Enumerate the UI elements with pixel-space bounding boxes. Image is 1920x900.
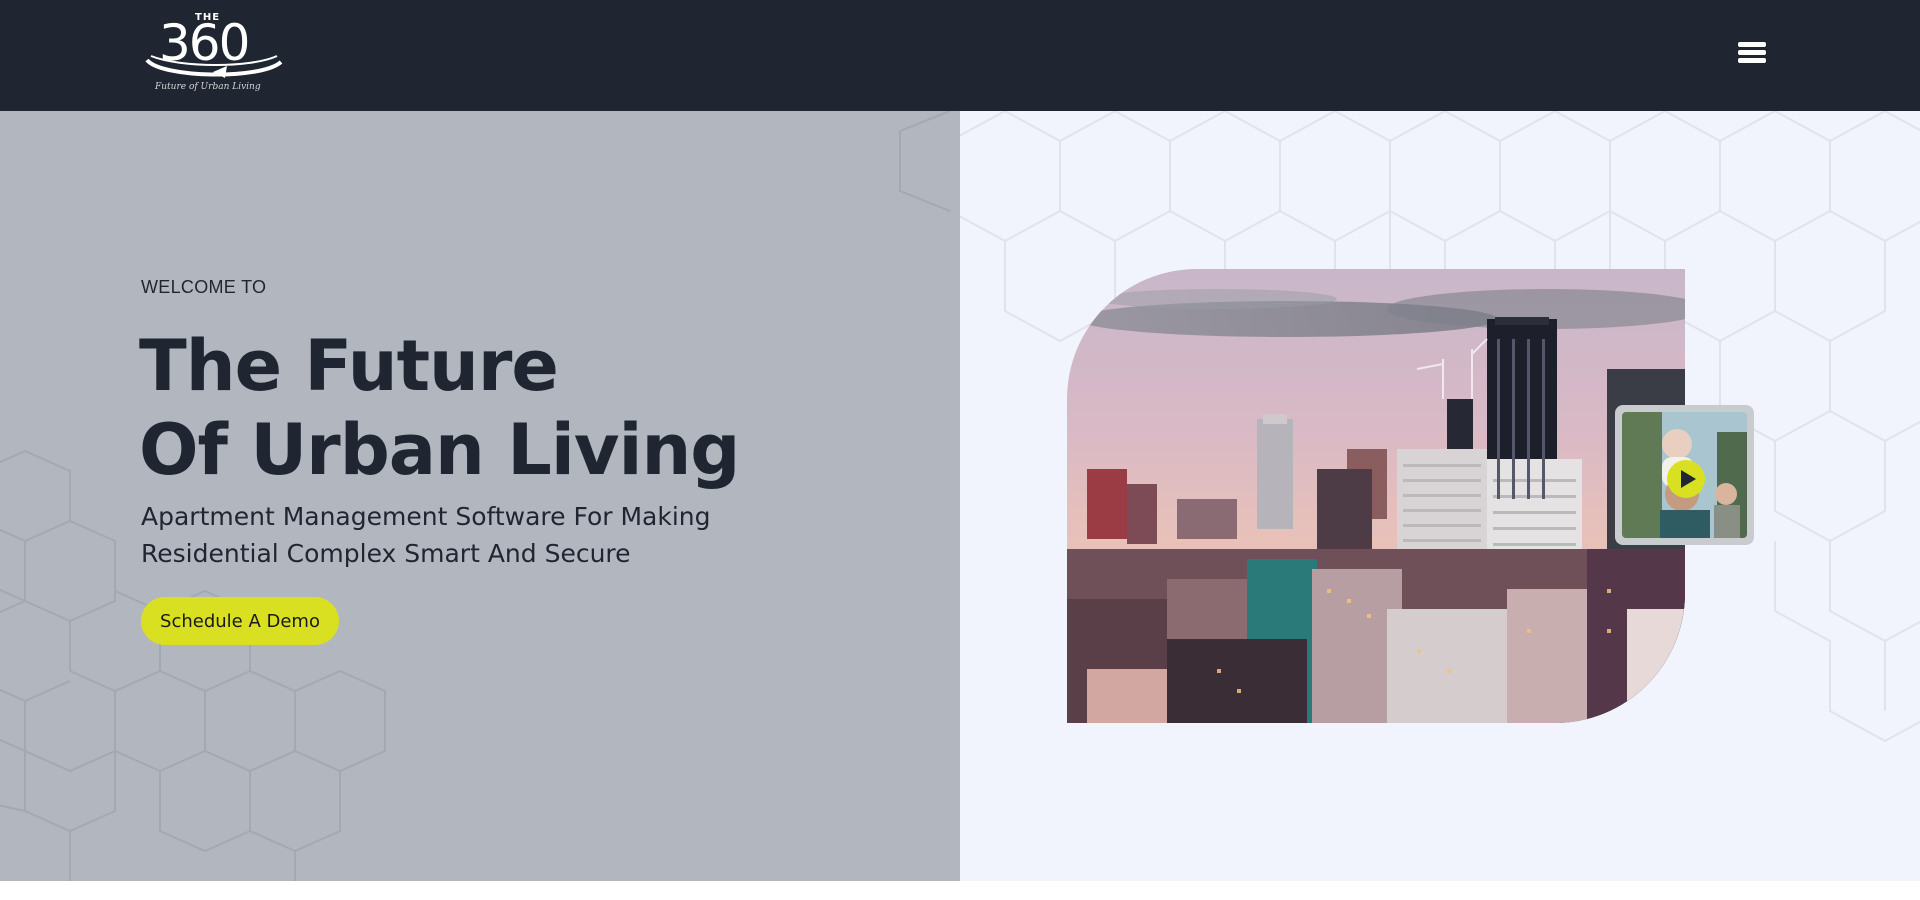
hero-title-line-1: The Future xyxy=(139,325,559,407)
hero-title: The Future Of Urban Living xyxy=(139,324,740,492)
city-skyline-illustration xyxy=(1067,269,1685,723)
hero-subtitle: Apartment Management Software For Making… xyxy=(141,498,711,572)
hero-title-line-2: Of Urban Living xyxy=(139,409,740,491)
hamburger-menu-icon[interactable] xyxy=(1738,42,1766,66)
hero-kicker: WELCOME TO xyxy=(141,277,267,297)
hero-subtitle-line-1: Apartment Management Software For Making xyxy=(141,502,711,531)
hero-text-panel: WELCOME TO The Future Of Urban Living Ap… xyxy=(0,111,960,881)
geometric-pattern-background xyxy=(0,111,951,881)
city-skyline-image xyxy=(1067,269,1685,723)
play-triangle-icon xyxy=(1681,470,1696,488)
video-preview-image xyxy=(1622,412,1747,538)
hero-subtitle-line-2: Residential Complex Smart And Secure xyxy=(141,539,631,568)
site-header: THE 360 Future of Urban Living xyxy=(0,0,1920,111)
family-video-thumbnail[interactable] xyxy=(1615,405,1754,545)
page-bottom-edge xyxy=(0,881,1920,900)
play-icon[interactable] xyxy=(1667,460,1705,498)
logo-tagline: Future of Urban Living xyxy=(155,82,261,92)
brand-logo[interactable]: THE 360 Future of Urban Living xyxy=(141,10,287,94)
schedule-demo-button[interactable]: Schedule A Demo xyxy=(141,597,339,645)
logo-swoosh-icon xyxy=(145,55,283,78)
